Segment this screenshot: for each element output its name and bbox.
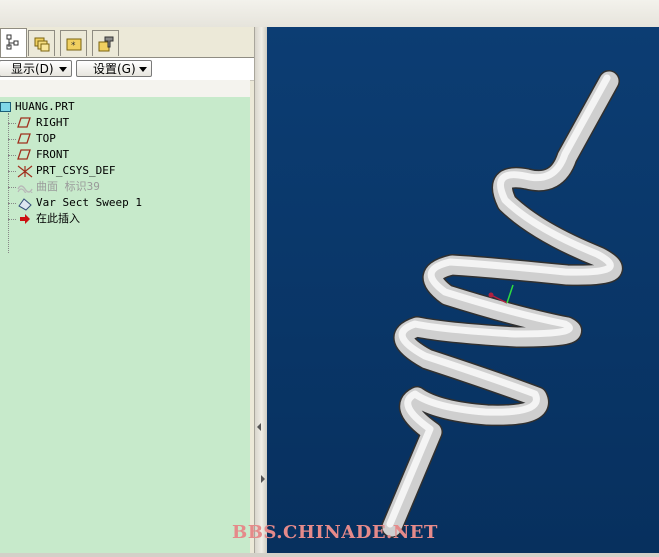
connections-icon [98,36,114,52]
tree-connector [8,171,16,172]
tree-item-surface[interactable]: 曲面 标识39 [0,179,250,195]
svg-text:*: * [71,41,76,51]
model-tree: HUANG.PRT RIGHT TOP FRONT PRT_CSYS_DEF 曲… [0,97,250,553]
tree-connector [8,139,16,140]
coordinate-system-icon [17,165,33,178]
tree-connector [8,203,16,204]
tree-item-var-sect-sweep[interactable]: Var Sect Sweep 1 [0,195,250,211]
tree-connector [8,123,16,124]
tree-connector [8,187,16,188]
tab-folder-browser[interactable] [28,30,55,56]
expand-right-icon[interactable] [261,475,265,483]
model-view [267,27,659,553]
tree-item-label: 曲面 标识39 [36,180,100,193]
tree-item-csys[interactable]: PRT_CSYS_DEF [0,163,250,179]
tree-item-insert-here[interactable]: 在此插入 [0,211,250,227]
tab-favorites[interactable]: * [60,30,87,56]
chevron-down-icon [139,67,147,72]
collapse-left-icon[interactable] [257,423,261,431]
panel-splitter[interactable] [254,27,268,553]
display-dropdown-label: 显示(D) [11,62,54,76]
tab-model-tree[interactable] [0,28,27,57]
navigator-panel: * 显示(D) 设置(G) HUANG.PRT RIGHT TOP FRONT … [0,27,254,553]
tree-item-top[interactable]: TOP [0,131,250,147]
tree-connector [8,219,16,220]
datum-plane-icon [17,133,31,144]
tree-item-label: PRT_CSYS_DEF [36,164,116,177]
tree-item-label: RIGHT [36,116,70,129]
tree-item-label: 在此插入 [36,212,80,225]
navigator-tabs: * [0,27,254,57]
display-dropdown[interactable]: 显示(D) [0,60,72,77]
tree-item-label: FRONT [36,148,70,161]
insert-here-arrow-icon [20,214,30,224]
tree-item-front[interactable]: FRONT [0,147,250,163]
tree-column-header[interactable] [0,80,250,98]
settings-dropdown[interactable]: 设置(G) [76,60,152,77]
tree-item-label: Var Sect Sweep 1 [36,196,142,209]
folder-browser-icon [34,37,50,52]
part-icon [0,102,11,112]
datum-plane-icon [17,117,31,128]
tree-item-right[interactable]: RIGHT [0,115,250,131]
surface-icon [17,185,33,193]
watermark-text: BBS.CHINADE.NET [232,522,438,543]
window-top-bar [0,0,659,28]
var-sect-sweep-icon [18,198,32,211]
settings-dropdown-label: 设置(G) [93,62,136,76]
graphics-viewport[interactable] [267,27,659,553]
model-tree-icon [6,34,19,50]
tree-root-item[interactable]: HUANG.PRT [0,99,250,115]
tree-root-label: HUANG.PRT [15,100,75,113]
tree-item-label: TOP [36,132,56,145]
tree-connector [8,155,16,156]
chevron-down-icon [59,67,67,72]
favorites-folder-icon: * [66,38,82,51]
navigator-toolbar: 显示(D) 设置(G) [0,57,254,81]
tab-connections[interactable] [92,30,119,56]
datum-plane-icon [17,149,31,160]
